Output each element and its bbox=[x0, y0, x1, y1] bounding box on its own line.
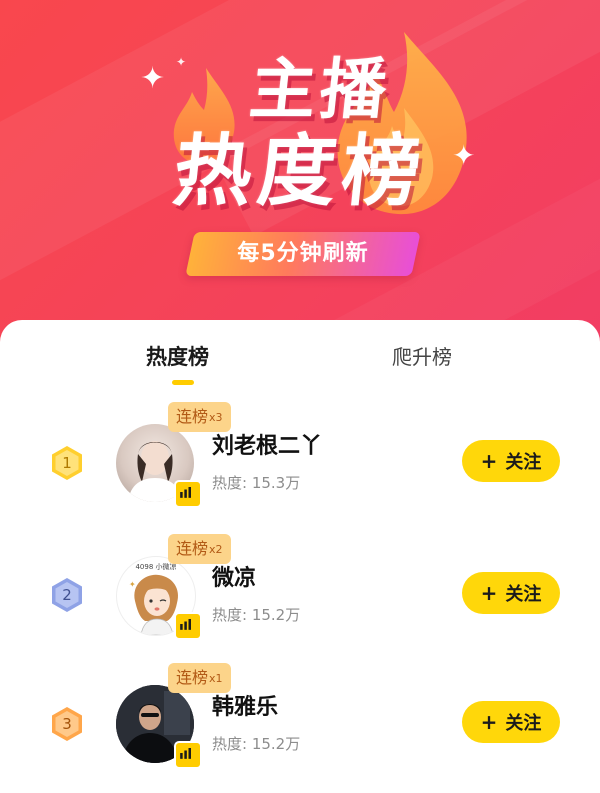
rank-number: 2 bbox=[62, 586, 72, 604]
follow-label: 关注 bbox=[505, 584, 542, 605]
rank-number: 3 bbox=[62, 715, 72, 733]
signal-bars-icon bbox=[174, 741, 202, 769]
streamer-name: 韩雅乐 bbox=[212, 695, 279, 720]
follow-label: 关注 bbox=[505, 713, 542, 734]
hero-title-line2: 热度榜 bbox=[169, 127, 431, 217]
streak-badge: 连榜x2 bbox=[168, 534, 231, 564]
plus-icon: + bbox=[480, 449, 498, 473]
rank-badge: 1 bbox=[48, 444, 86, 482]
streak-badge: 连榜x1 bbox=[168, 663, 231, 693]
plus-icon: + bbox=[480, 710, 498, 734]
active-tab-indicator bbox=[172, 380, 194, 385]
heat-value: 热度: 15.2万 bbox=[212, 735, 301, 753]
follow-button[interactable]: + 关注 bbox=[462, 440, 560, 482]
hero-banner: ✦ ✦ ✦ 主播 热度榜 每5分钟刷新 bbox=[0, 0, 600, 345]
follow-button[interactable]: + 关注 bbox=[462, 701, 560, 743]
tab-heat-ranking[interactable]: 热度榜 bbox=[146, 342, 209, 372]
streamer-name: 刘老根二丫 bbox=[212, 434, 323, 459]
streak-label: 连榜 bbox=[176, 407, 209, 426]
streamer-name: 微凉 bbox=[212, 566, 257, 591]
ranking-row[interactable]: 1 连榜x3 刘老根二丫 热度: 15.3万 + 关注 bbox=[0, 400, 600, 518]
streak-multiplier: x1 bbox=[209, 672, 223, 685]
ranking-row[interactable]: 3 连榜x1 韩雅乐 热度: 15.2万 + 关注 bbox=[0, 661, 600, 779]
signal-bars-icon bbox=[174, 612, 202, 640]
ranking-row[interactable]: 2 4098 小微凉 ✦ 连榜x2 微凉 热度: 15.2万 + 关注 bbox=[0, 532, 600, 650]
rank-badge: 2 bbox=[48, 576, 86, 614]
heat-value: 热度: 15.2万 bbox=[212, 606, 301, 624]
tab-rising-ranking[interactable]: 爬升榜 bbox=[392, 342, 452, 372]
signal-bars-icon bbox=[174, 480, 202, 508]
rank-number: 1 bbox=[62, 454, 72, 472]
heat-value: 热度: 15.3万 bbox=[212, 474, 301, 492]
plus-icon: + bbox=[480, 581, 498, 605]
streak-multiplier: x3 bbox=[209, 411, 223, 424]
refresh-interval-banner: 每5分钟刷新 bbox=[185, 232, 421, 276]
follow-label: 关注 bbox=[505, 452, 542, 473]
ranking-panel: 热度榜 爬升榜 1 连榜x3 刘老根二丫 热度: 15.3万 + 关注 2 40… bbox=[0, 320, 600, 793]
svg-text:✦: ✦ bbox=[129, 580, 136, 589]
streak-label: 连榜 bbox=[176, 539, 209, 558]
streak-badge: 连榜x3 bbox=[168, 402, 231, 432]
hero-title-line1: 主播 bbox=[246, 51, 395, 128]
refresh-interval-text: 每5分钟刷新 bbox=[237, 241, 369, 266]
streak-label: 连榜 bbox=[176, 668, 209, 687]
rank-badge: 3 bbox=[48, 705, 86, 743]
follow-button[interactable]: + 关注 bbox=[462, 572, 560, 614]
streak-multiplier: x2 bbox=[209, 543, 223, 556]
